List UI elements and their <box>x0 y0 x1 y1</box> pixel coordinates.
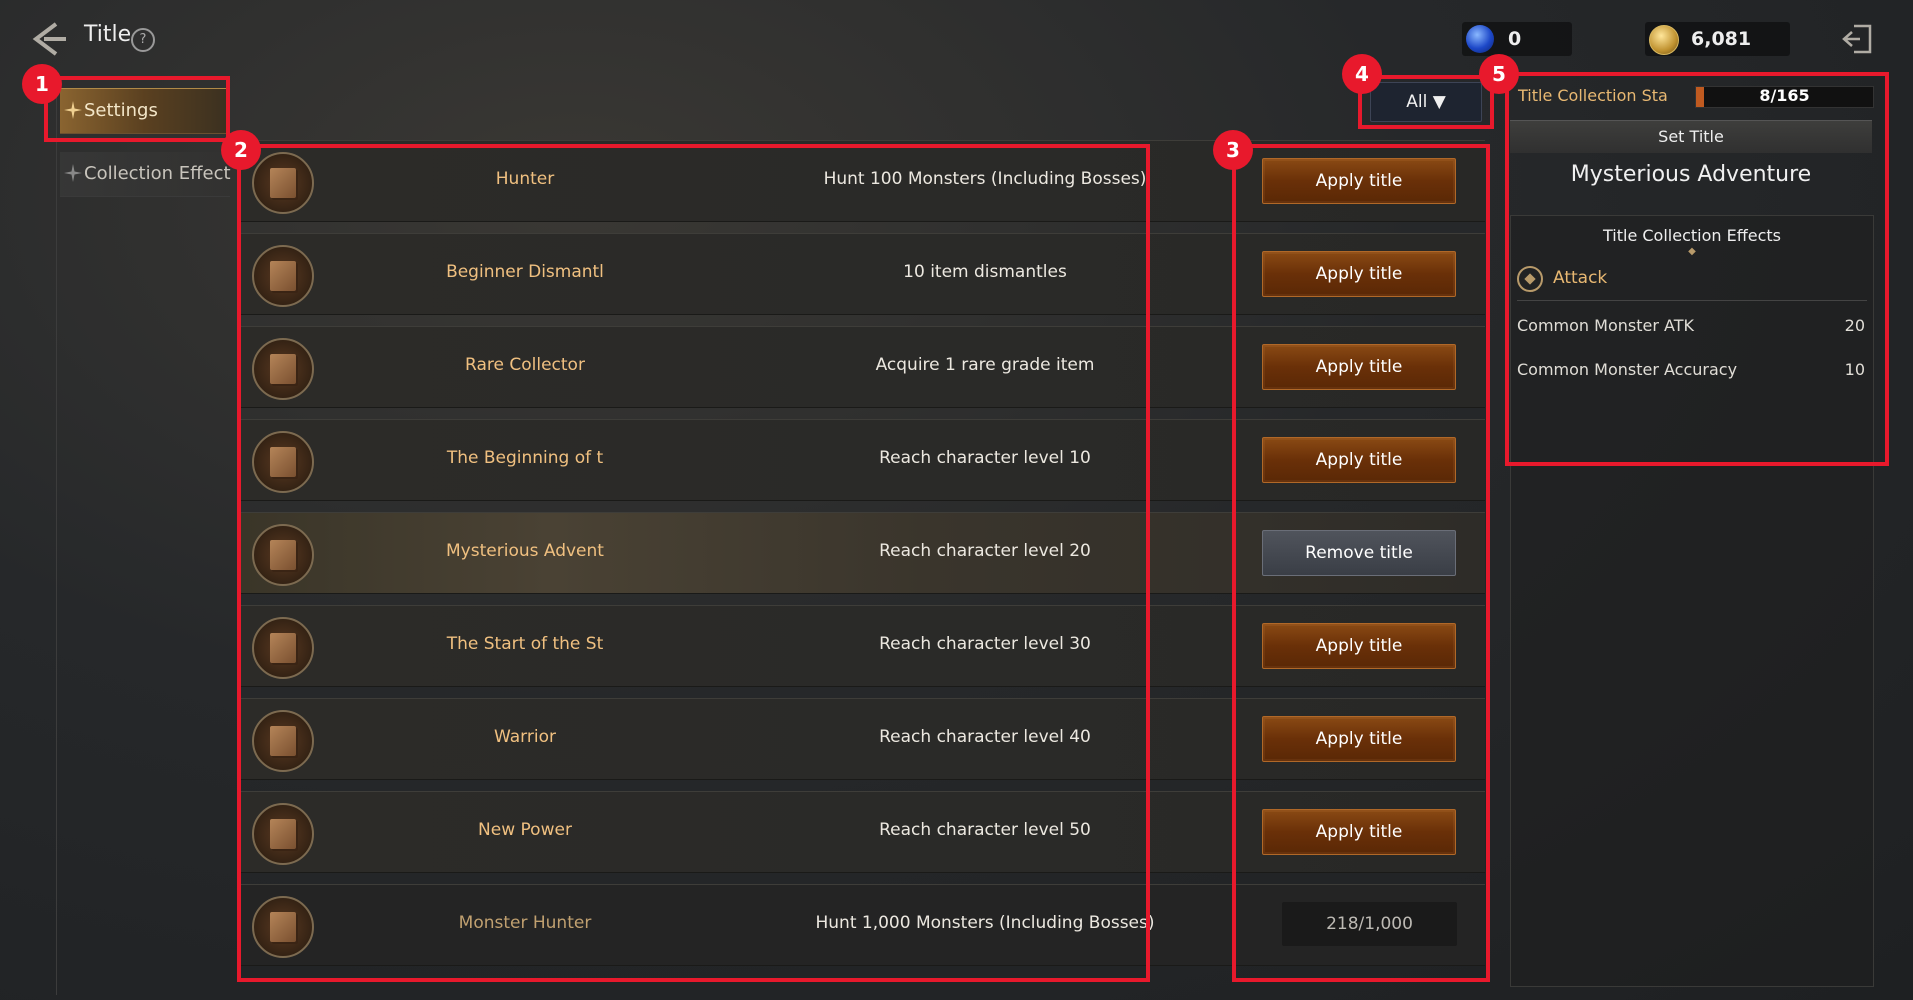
tab-settings[interactable]: Settings <box>60 88 230 134</box>
title-condition: 10 item dismantles <box>903 262 1067 282</box>
title-name: Mysterious Advent <box>446 541 604 561</box>
attack-icon <box>1517 266 1543 292</box>
gold-coin-icon <box>1649 25 1679 55</box>
title-condition: Hunt 100 Monsters (Including Bosses) <box>823 169 1147 189</box>
gem-count: 0 <box>1508 28 1522 50</box>
title-name: Rare Collector <box>465 355 585 375</box>
title-row: Warrior Reach character level 40 Apply t… <box>240 698 1485 780</box>
collection-stat-label: Title Collection Sta <box>1518 86 1668 105</box>
callout-number: 4 <box>1342 54 1382 94</box>
title-book-icon <box>252 617 314 679</box>
gold-currency: 6,081 <box>1645 22 1790 56</box>
title-row: Rare Collector Acquire 1 rare grade item… <box>240 326 1485 408</box>
help-icon[interactable]: ? <box>131 28 155 52</box>
sidebar-divider <box>56 70 57 995</box>
exit-icon[interactable] <box>1840 22 1874 56</box>
effect-value: 10 <box>1844 360 1865 379</box>
tab-collection-effect[interactable]: Collection Effect <box>60 152 231 197</box>
title-condition: Reach character level 20 <box>879 541 1091 561</box>
remove-title-button[interactable]: Remove title <box>1262 530 1456 576</box>
title-condition: Reach character level 30 <box>879 634 1091 654</box>
title-book-icon <box>252 803 314 865</box>
callout-number: 5 <box>1479 54 1519 94</box>
callout-number: 2 <box>221 130 261 170</box>
page-title: Title <box>84 22 132 47</box>
apply-title-button[interactable]: Apply title <box>1262 344 1456 390</box>
title-name: Monster Hunter <box>458 913 592 933</box>
title-condition: Hunt 1,000 Monsters (Including Bosses) <box>815 913 1155 933</box>
title-book-icon <box>252 245 314 307</box>
collection-progress-bar: 8/165 <box>1695 86 1874 108</box>
sparkle-icon <box>64 164 82 182</box>
effect-name: Common Monster ATK <box>1517 316 1694 335</box>
title-book-icon <box>252 710 314 772</box>
title-row: The Start of the St Reach character leve… <box>240 605 1485 687</box>
title-row: The Beginning of t Reach character level… <box>240 419 1485 501</box>
title-list: Hunter Hunt 100 Monsters (Including Boss… <box>240 140 1485 980</box>
title-book-icon <box>252 896 314 958</box>
collection-effects-box: Title Collection Effects ◆ Attack Common… <box>1510 215 1874 987</box>
title-info-panel: Title Collection Sta 8/165 Set Title Mys… <box>1510 80 1874 987</box>
back-arrow-icon[interactable] <box>26 16 72 62</box>
apply-title-button[interactable]: Apply title <box>1262 809 1456 855</box>
title-condition: Acquire 1 rare grade item <box>875 355 1095 375</box>
title-condition: Reach character level 50 <box>879 820 1091 840</box>
top-bar: Title ? 0 6,081 <box>0 0 1913 72</box>
title-book-icon <box>252 338 314 400</box>
title-book-icon <box>252 524 314 586</box>
apply-title-button[interactable]: Apply title <box>1262 251 1456 297</box>
tab-collection-effect-label: Collection Effect <box>84 163 231 184</box>
apply-title-button[interactable]: Apply title <box>1262 158 1456 204</box>
title-condition: Reach character level 40 <box>879 727 1091 747</box>
title-name: New Power <box>478 820 572 840</box>
title-condition: Reach character level 10 <box>879 448 1091 468</box>
title-row: New Power Reach character level 50 Apply… <box>240 791 1485 873</box>
effects-header: Title Collection Effects <box>1603 226 1781 245</box>
title-row-locked: Monster Hunter Hunt 1,000 Monsters (Incl… <box>240 884 1485 966</box>
title-row: Beginner Dismantl 10 item dismantles App… <box>240 233 1485 315</box>
apply-title-button[interactable]: Apply title <box>1262 716 1456 762</box>
current-title: Mysterious Adventure <box>1570 162 1812 187</box>
title-name: The Start of the St <box>446 634 604 654</box>
effect-category: Attack <box>1553 268 1608 288</box>
sparkle-icon <box>64 101 82 119</box>
tab-settings-label: Settings <box>84 100 158 121</box>
gold-count: 6,081 <box>1691 28 1752 50</box>
title-name: Warrior <box>494 727 556 747</box>
title-row: Hunter Hunt 100 Monsters (Including Boss… <box>240 140 1485 222</box>
gem-currency: 0 <box>1462 22 1572 56</box>
gem-icon <box>1466 25 1494 53</box>
title-book-icon <box>252 431 314 493</box>
collection-progress-value: 8/165 <box>1759 86 1810 105</box>
set-title-header: Set Title <box>1510 120 1872 153</box>
title-row-active: Mysterious Advent Reach character level … <box>240 512 1485 594</box>
title-progress: 218/1,000 <box>1282 902 1457 946</box>
title-name: Hunter <box>495 169 555 189</box>
callout-number: 3 <box>1213 130 1253 170</box>
title-name: The Beginning of t <box>446 448 604 468</box>
apply-title-button[interactable]: Apply title <box>1262 623 1456 669</box>
title-name: Beginner Dismantl <box>446 262 604 282</box>
callout-number: 1 <box>22 64 62 104</box>
apply-title-button[interactable]: Apply title <box>1262 437 1456 483</box>
divider <box>1517 300 1867 301</box>
effect-value: 20 <box>1844 316 1865 335</box>
filter-dropdown[interactable]: All ▼ <box>1370 82 1482 122</box>
effect-name: Common Monster Accuracy <box>1517 360 1738 379</box>
title-book-icon <box>252 152 314 214</box>
ornament-icon: ◆ <box>1688 246 1696 257</box>
